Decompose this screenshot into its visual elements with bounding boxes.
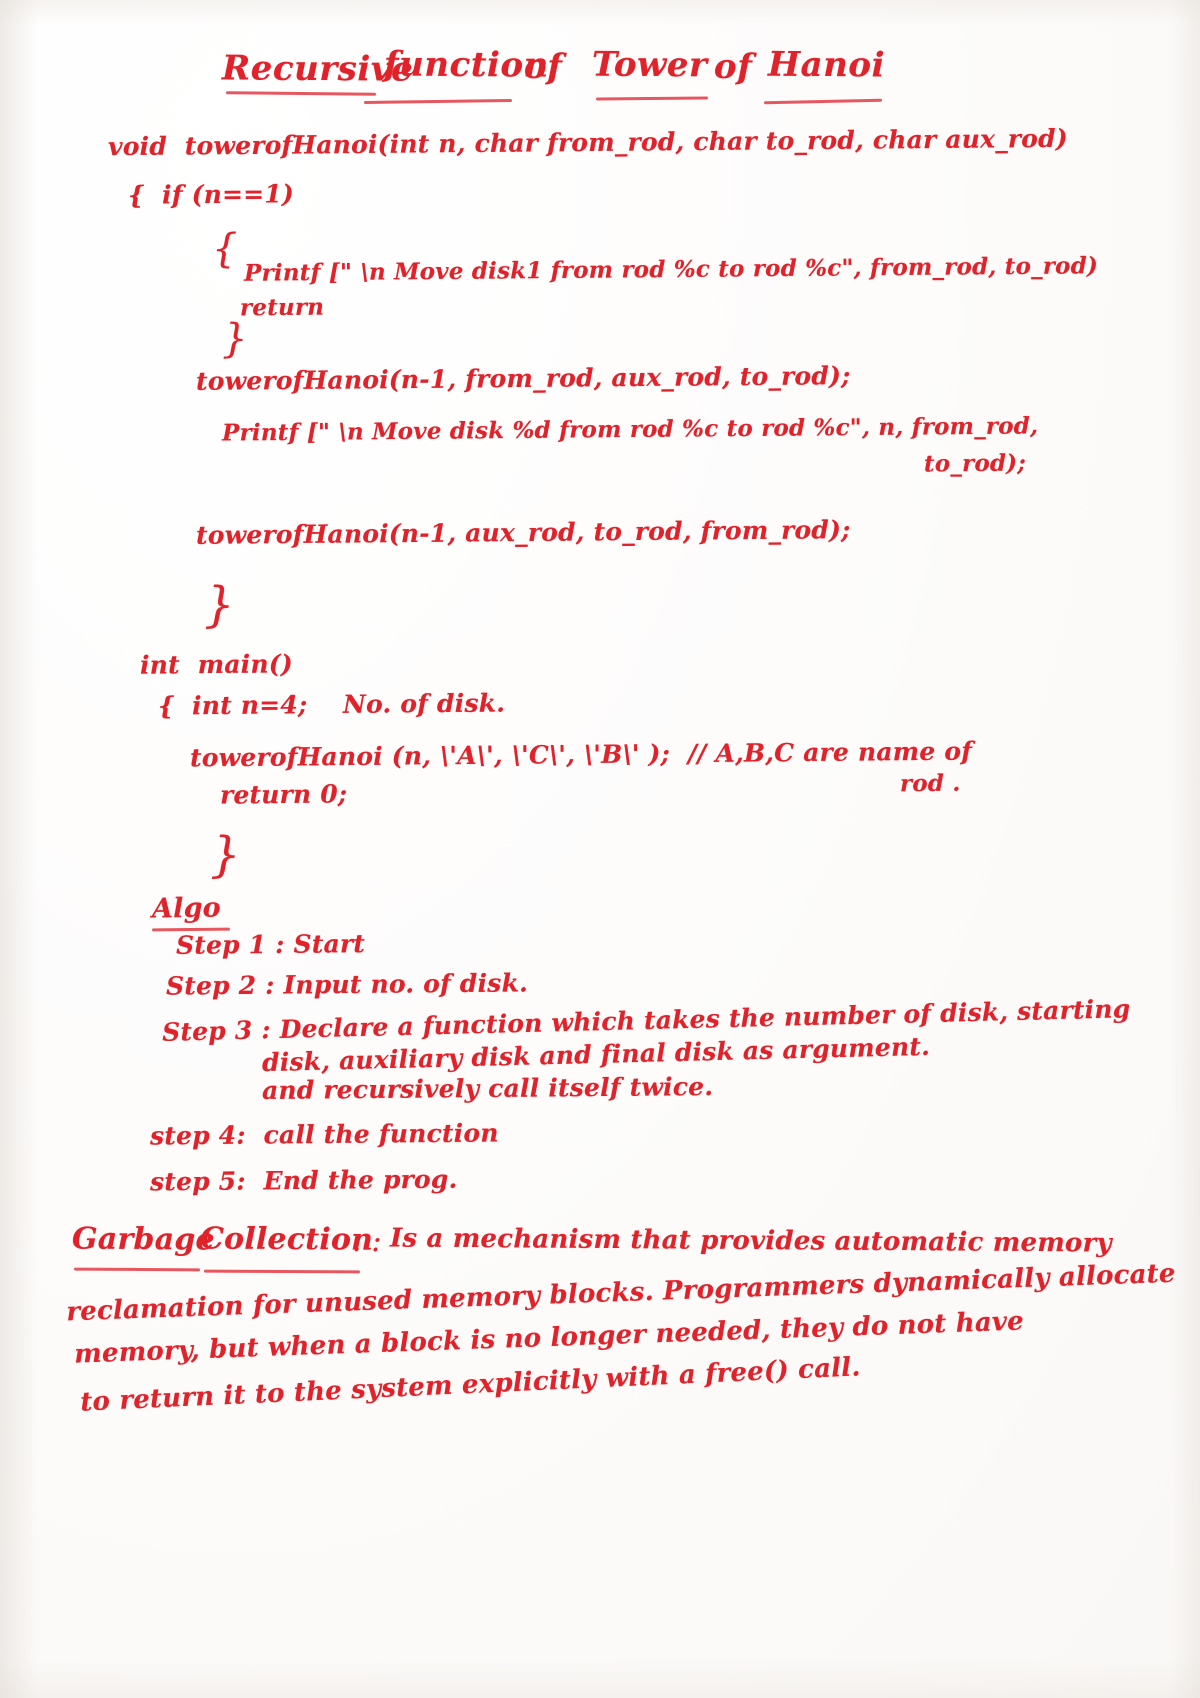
algo-step-3-cont-2: and recursively call itself twice. [261, 1072, 714, 1105]
code-line-printf-base: Printf [" \n Move disk1 from rod %c to r… [243, 252, 1099, 287]
code-line-main-close-brace: } [209, 826, 241, 884]
code-line-printf-move-cont: to_rod); [923, 449, 1027, 478]
algo-step-1-text: Start [293, 929, 366, 959]
code-line-main-call-comment-cont: rod . [899, 769, 961, 798]
garbage-collection-heading-suffix: . : [351, 1223, 382, 1260]
algo-step-5-text: End the prog. [263, 1164, 458, 1196]
algo-step-1-label: Step 1 : [175, 929, 285, 960]
code-line-recursive-call-1: towerofHanoi(n-1, from_rod, aux_rod, to_… [195, 361, 851, 396]
algo-step-2-text: Input no. of disk. [283, 968, 529, 1000]
page-title-of-1: of [523, 46, 563, 88]
garbage-collection-underline-1 [73, 1267, 201, 1272]
code-line-main-open-n4: { int n=4; No. of disk. [157, 688, 506, 721]
algo-step-3-label: Step 3 : [161, 1015, 272, 1047]
algo-step-4-label: step 4: [149, 1120, 246, 1151]
garbage-collection-line-0: Is a mechanism that provides automatic m… [389, 1223, 1112, 1259]
code-line-recursive-call-2: towerofHanoi(n-1, aux_rod, to_rod, from_… [195, 515, 851, 550]
title-underline-2 [363, 98, 513, 105]
code-line-function-close-brace: } [203, 576, 235, 634]
code-line-signature: void towerofHanoi(int n, char from_rod, … [107, 123, 1068, 162]
code-line-open-if: { if (n==1) [127, 179, 295, 210]
page-title-tower: Tower [591, 44, 708, 86]
page-title-hanoi: Hanoi [767, 44, 886, 86]
algo-step-5-label: step 5: [149, 1166, 246, 1197]
algo-step-2: Step 2 : Input no. of disk. [165, 968, 529, 1001]
title-underline-1 [225, 91, 377, 96]
title-underline-3 [595, 96, 709, 101]
code-line-printf-move: Printf [" \n Move disk %d from rod %c to… [221, 412, 1039, 447]
code-line-inner-close-brace: } [221, 315, 248, 363]
algo-step-1: Step 1 : Start [175, 929, 366, 960]
garbage-collection-underline-2 [203, 1269, 361, 1274]
algo-step-2-label: Step 2 : [165, 970, 275, 1001]
code-line-return-zero: return 0; [219, 779, 348, 810]
title-underline-4 [763, 98, 883, 105]
code-line-return: return [239, 293, 325, 322]
code-line-inner-open-brace: { [211, 225, 238, 273]
algo-heading: Algo [151, 892, 222, 925]
page-title-of-2: of [713, 46, 753, 88]
algo-step-5: step 5: End the prog. [149, 1164, 458, 1197]
garbage-collection-heading-part1: Garbage [71, 1221, 215, 1258]
algo-step-4-text: call the function [263, 1118, 499, 1150]
notebook-page: Recursive function of Tower of Hanoi voi… [0, 0, 1200, 1698]
garbage-collection-heading-part2: Collection [199, 1221, 374, 1258]
code-line-int-main: int main() [139, 649, 293, 680]
algo-step-4: step 4: call the function [149, 1118, 499, 1151]
code-line-main-call: towerofHanoi (n, \'A\', \'C\', \'B\' ); … [189, 736, 973, 773]
